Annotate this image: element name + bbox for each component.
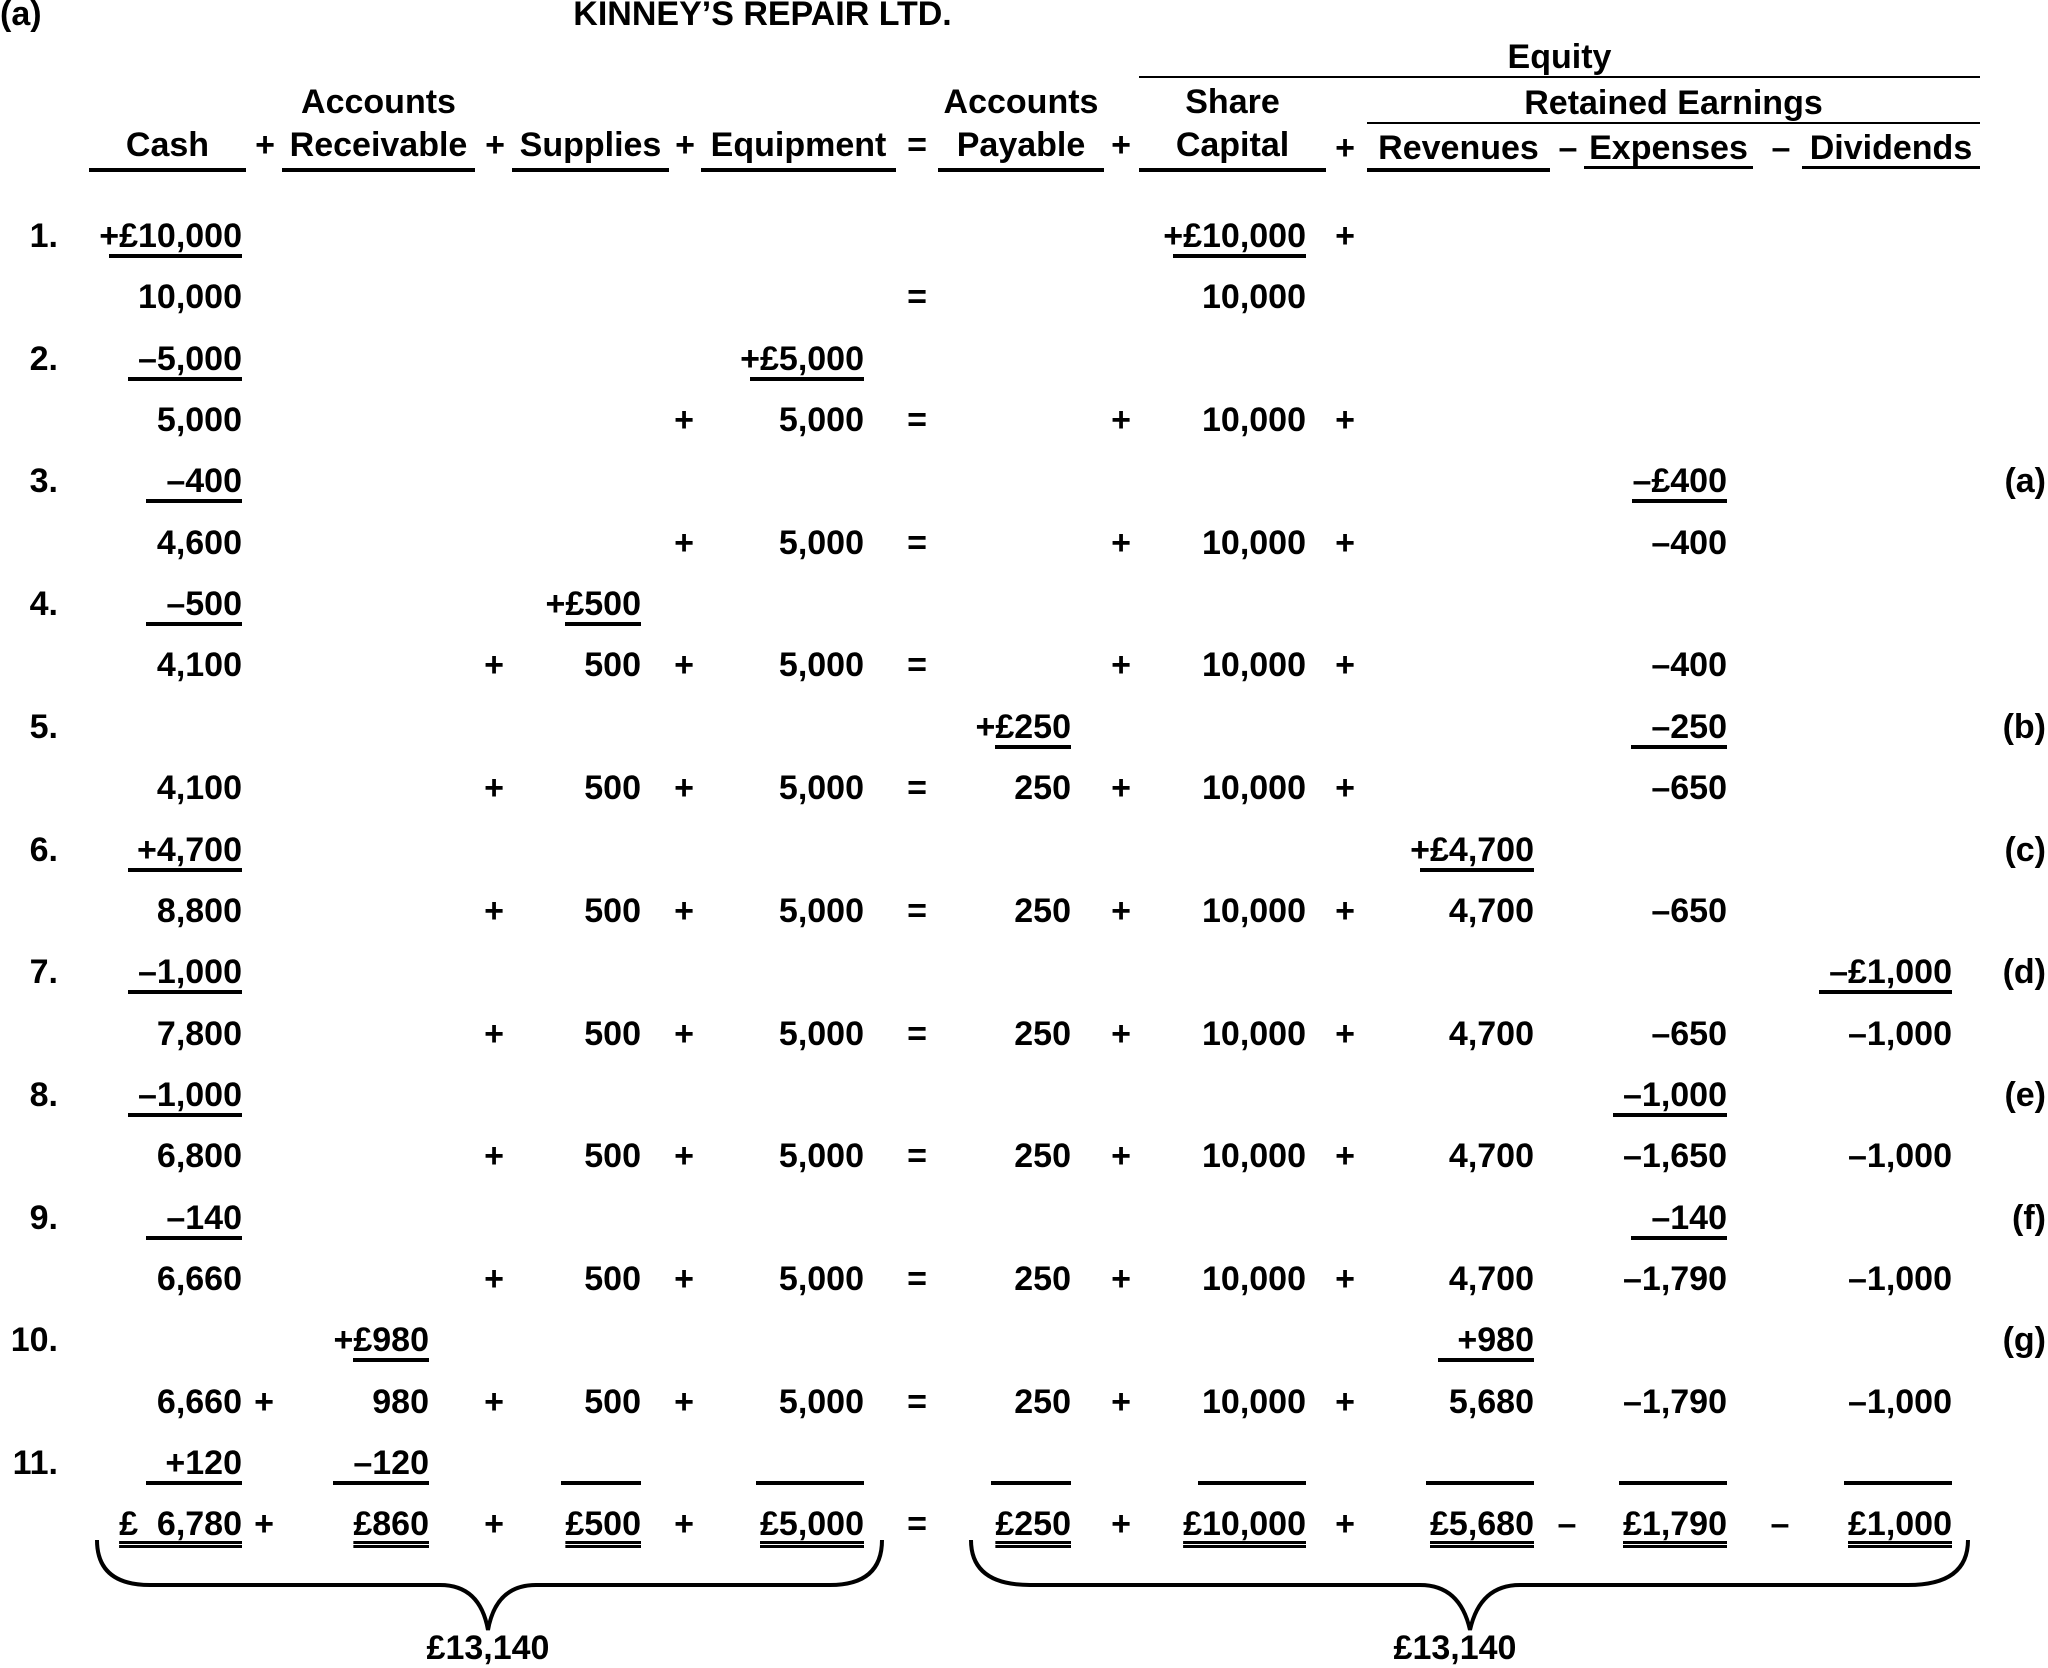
total-braces bbox=[95, 1539, 1970, 1631]
assets-total: £13,140 bbox=[426, 1629, 550, 1667]
assets-brace bbox=[95, 1539, 884, 1631]
liabilities-equity-brace bbox=[969, 1539, 1970, 1631]
liabilities-equity-total: £13,140 bbox=[1393, 1629, 1517, 1667]
